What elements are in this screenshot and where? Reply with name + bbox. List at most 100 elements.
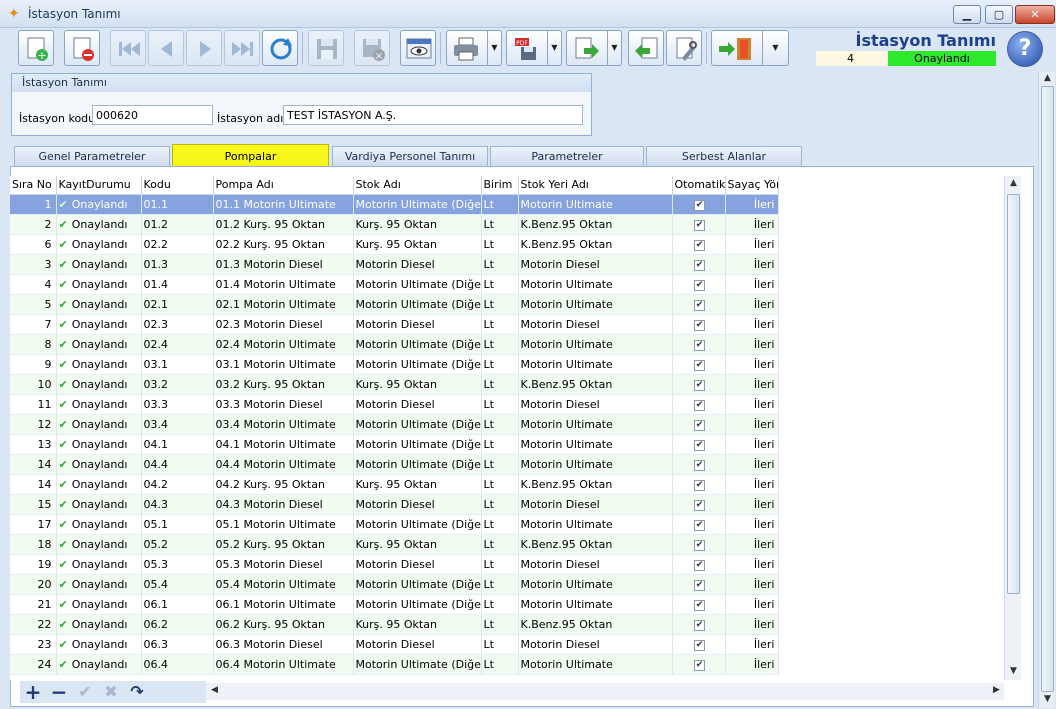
table-row[interactable]: 14 ✔ Onaylandı 04.2 04.2 Kurş. 95 Oktan Kurş.… <box>10 474 779 495</box>
tab-shift-personnel[interactable]: Vardiya Personel Tanımı <box>332 146 488 167</box>
column-header[interactable]: Kodu <box>141 176 214 195</box>
window-vertical-scrollbar[interactable]: ▲ ▼ <box>1038 72 1055 708</box>
automatic-checkbox[interactable]: ✔ <box>694 560 705 571</box>
scroll-down-icon[interactable]: ▼ <box>1005 666 1022 676</box>
table-row[interactable]: 24 ✔ Onaylandı 06.4 06.4 Motorin Ultimate Mot… <box>10 654 779 675</box>
grid-vertical-scrollbar[interactable]: ▲ ▼ <box>1004 176 1021 680</box>
column-header[interactable]: Sıra No <box>10 176 57 195</box>
scroll-right-icon[interactable]: ▶ <box>988 685 1005 695</box>
scroll-left-icon[interactable]: ◀ <box>206 685 223 695</box>
window-scroll-up-icon[interactable]: ▲ <box>1039 73 1056 83</box>
export-dropdown[interactable]: ▼ <box>608 30 622 66</box>
scroll-thumb[interactable] <box>1007 194 1020 594</box>
minus-icon[interactable]: − <box>48 681 70 703</box>
table-row[interactable]: 21 ✔ Onaylandı 06.1 06.1 Motorin Ultimate Mot… <box>10 594 779 615</box>
automatic-checkbox[interactable]: ✔ <box>694 600 705 611</box>
column-header[interactable]: Sayaç Yönü <box>725 176 779 195</box>
column-header[interactable]: Birim <box>481 176 519 195</box>
last-record-button[interactable] <box>224 30 260 66</box>
previous-record-button[interactable] <box>148 30 184 66</box>
tab-pumps[interactable]: Pompalar <box>172 144 329 168</box>
automatic-checkbox[interactable]: ✔ <box>694 500 705 511</box>
column-header[interactable]: Stok Adı <box>353 176 482 195</box>
automatic-checkbox[interactable]: ✔ <box>694 620 705 631</box>
import-button[interactable] <box>628 30 664 66</box>
column-header[interactable]: Stok Yeri Adı <box>518 176 673 195</box>
table-row[interactable]: 15 ✔ Onaylandı 04.3 04.3 Motorin Diesel Motor… <box>10 494 779 515</box>
automatic-checkbox[interactable]: ✔ <box>694 280 705 291</box>
table-row[interactable]: 2 ✔ Onaylandı 01.2 01.2 Kurş. 95 Oktan Kurş. … <box>10 214 779 235</box>
automatic-checkbox[interactable]: ✔ <box>694 480 705 491</box>
first-record-button[interactable] <box>110 30 146 66</box>
automatic-checkbox[interactable]: ✔ <box>694 380 705 391</box>
table-row[interactable]: 4 ✔ Onaylandı 01.4 01.4 Motorin Ultimate Moto… <box>10 274 779 295</box>
maximize-button[interactable]: ▢ <box>985 5 1013 24</box>
table-row[interactable]: 17 ✔ Onaylandı 05.1 05.1 Motorin Ultimate Mot… <box>10 514 779 535</box>
check-icon[interactable]: ✔ <box>74 681 96 703</box>
table-row[interactable]: 23 ✔ Onaylandı 06.3 06.3 Motorin Diesel Motor… <box>10 634 779 655</box>
automatic-checkbox[interactable]: ✔ <box>694 240 705 251</box>
grid-horizontal-scrollbar[interactable]: ◀ ▶ <box>206 683 1004 700</box>
table-row[interactable]: 18 ✔ Onaylandı 05.2 05.2 Kurş. 95 Oktan Kurş.… <box>10 534 779 555</box>
automatic-checkbox[interactable]: ✔ <box>694 260 705 271</box>
print-button[interactable] <box>446 30 488 66</box>
cancel-icon[interactable]: ✖ <box>100 681 122 703</box>
preview-button[interactable] <box>400 30 436 66</box>
new-record-button[interactable]: + <box>18 30 54 66</box>
table-row[interactable]: 20 ✔ Onaylandı 05.4 05.4 Motorin Ultimate Mot… <box>10 574 779 595</box>
automatic-checkbox[interactable]: ✔ <box>694 360 705 371</box>
next-record-button[interactable] <box>186 30 222 66</box>
pdf-export-dropdown[interactable]: ▼ <box>548 30 562 66</box>
automatic-checkbox[interactable]: ✔ <box>694 320 705 331</box>
table-row[interactable]: 7 ✔ Onaylandı 02.3 02.3 Motorin Diesel Motori… <box>10 314 779 335</box>
table-row[interactable]: 3 ✔ Onaylandı 01.3 01.3 Motorin Diesel Motori… <box>10 254 779 275</box>
save-button[interactable] <box>308 30 344 66</box>
table-row[interactable]: 10 ✔ Onaylandı 03.2 03.2 Kurş. 95 Oktan Kurş.… <box>10 374 779 395</box>
automatic-checkbox[interactable]: ✔ <box>694 300 705 311</box>
table-row[interactable]: 5 ✔ Onaylandı 02.1 02.1 Motorin Ultimate Moto… <box>10 294 779 315</box>
table-row[interactable]: 13 ✔ Onaylandı 04.1 04.1 Motorin Ultimate Mot… <box>10 434 779 455</box>
automatic-checkbox[interactable]: ✔ <box>694 660 705 671</box>
cancel-save-button[interactable]: × <box>354 30 390 66</box>
station-code-input[interactable] <box>92 105 213 125</box>
station-name-input[interactable] <box>283 105 583 125</box>
exit-dropdown[interactable]: ▼ <box>763 30 789 66</box>
pdf-export-button[interactable]: PDF <box>506 30 548 66</box>
window-scroll-thumb[interactable] <box>1041 86 1054 692</box>
tab-general-parameters[interactable]: Genel Parametreler <box>14 146 170 167</box>
undo-icon[interactable]: ↷ <box>126 681 148 703</box>
column-header[interactable]: Pompa Adı <box>213 176 354 195</box>
automatic-checkbox[interactable]: ✔ <box>694 540 705 551</box>
automatic-checkbox[interactable]: ✔ <box>694 520 705 531</box>
tab-free-fields[interactable]: Serbest Alanlar <box>646 146 802 167</box>
delete-record-button[interactable] <box>64 30 100 66</box>
scroll-up-icon[interactable]: ▲ <box>1005 178 1022 188</box>
print-dropdown[interactable]: ▼ <box>488 30 502 66</box>
plus-icon[interactable]: + <box>22 681 44 703</box>
table-row[interactable]: 11 ✔ Onaylandı 03.3 03.3 Motorin Diesel Motor… <box>10 394 779 415</box>
minimize-button[interactable]: ▁ <box>953 5 981 24</box>
automatic-checkbox[interactable]: ✔ <box>694 640 705 651</box>
table-row[interactable]: 9 ✔ Onaylandı 03.1 03.1 Motorin Ultimate Moto… <box>10 354 779 375</box>
help-button[interactable]: ? <box>1007 31 1043 67</box>
automatic-checkbox[interactable]: ✔ <box>694 340 705 351</box>
table-row[interactable]: 1 ✔ Onaylandı 01.1 01.1 Motorin Ultimate Moto… <box>10 194 779 215</box>
automatic-checkbox[interactable]: ✔ <box>694 420 705 431</box>
table-row[interactable]: 8 ✔ Onaylandı 02.4 02.4 Motorin Ultimate Moto… <box>10 334 779 355</box>
column-header[interactable]: KayıtDurumu <box>56 176 142 195</box>
automatic-checkbox[interactable]: ✔ <box>694 200 705 211</box>
column-header[interactable]: Otomatik <box>672 176 726 195</box>
exit-button[interactable] <box>711 30 763 66</box>
tab-parameters[interactable]: Parametreler <box>490 146 644 167</box>
settings-button[interactable] <box>666 30 702 66</box>
table-row[interactable]: 22 ✔ Onaylandı 06.2 06.2 Kurş. 95 Oktan Kurş.… <box>10 614 779 635</box>
table-row[interactable]: 14 ✔ Onaylandı 04.4 04.4 Motorin Ultimate Mot… <box>10 454 779 475</box>
close-button[interactable]: ✕ <box>1015 5 1055 24</box>
table-row[interactable]: 6 ✔ Onaylandı 02.2 02.2 Kurş. 95 Oktan Kurş. … <box>10 234 779 255</box>
export-button[interactable] <box>566 30 608 66</box>
table-row[interactable]: 12 ✔ Onaylandı 03.4 03.4 Motorin Ultimate Mot… <box>10 414 779 435</box>
table-row[interactable]: 19 ✔ Onaylandı 05.3 05.3 Motorin Diesel Motor… <box>10 554 779 575</box>
automatic-checkbox[interactable]: ✔ <box>694 440 705 451</box>
automatic-checkbox[interactable]: ✔ <box>694 220 705 231</box>
window-scroll-down-icon[interactable]: ▼ <box>1039 694 1056 704</box>
